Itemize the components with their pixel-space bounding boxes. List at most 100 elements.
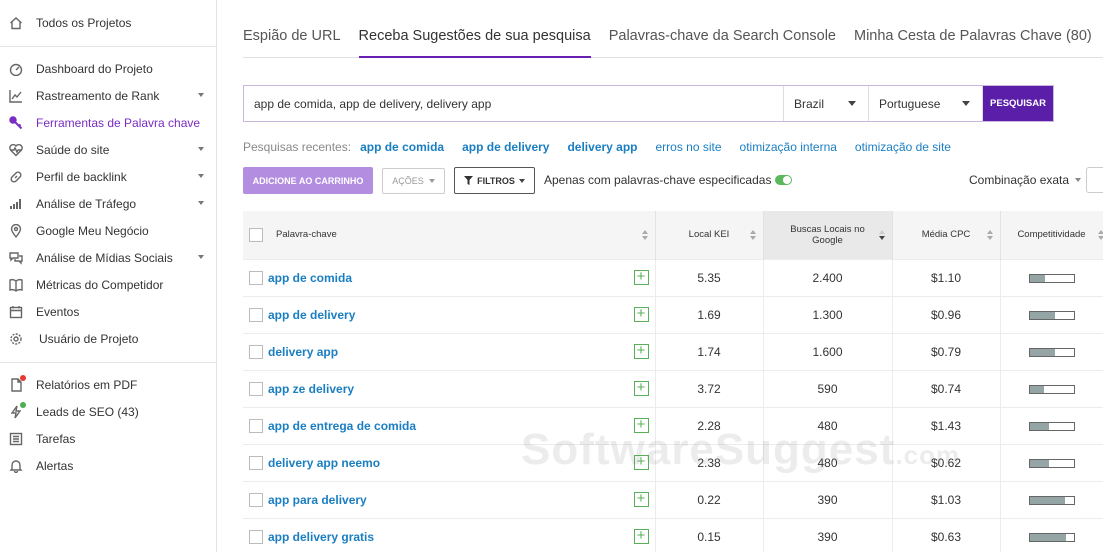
tab-search-console[interactable]: Palavras-chave da Search Console [609, 0, 836, 58]
filters-button[interactable]: FILTROS [454, 167, 535, 194]
sort-desc-icon[interactable] [878, 230, 886, 241]
add-keyword-plus-icon[interactable]: + [633, 306, 649, 322]
competitiveness-bar [1028, 273, 1075, 283]
competitiveness-bar-fill [1029, 274, 1045, 282]
keyword-link[interactable]: delivery app neemo [268, 456, 380, 470]
chevron-down-icon [428, 179, 435, 183]
row-checkbox-cell [243, 369, 268, 407]
tab-search-suggestions[interactable]: Receba Sugestões de sua pesquisa [358, 0, 591, 58]
keyword-link[interactable]: delivery app [268, 345, 338, 359]
kei-cell: 2.38 [655, 443, 764, 481]
language-select[interactable]: Portuguese [869, 86, 983, 121]
keyword-link[interactable]: app para delivery [268, 493, 367, 507]
keyword-table: Palavra-chave Local KEI Buscas Locais no… [243, 211, 1103, 552]
list-icon [8, 431, 24, 447]
sidebar-item-label: Todos os Projetos [36, 15, 132, 30]
column-header-competitiveness[interactable]: Competitividade [1000, 211, 1103, 259]
add-keyword-plus-icon[interactable]: + [633, 343, 649, 359]
filters-button-label: FILTROS [477, 175, 515, 186]
sort-icon[interactable] [641, 230, 649, 241]
cpc-cell: $1.03 [892, 480, 1001, 518]
sort-icon[interactable] [1097, 230, 1103, 241]
recent-search-link[interactable]: app de comida [360, 140, 444, 154]
sidebar-item-keyword-tools[interactable]: Ferramentas de Palavra chave [0, 109, 216, 136]
chevron-down-icon[interactable] [198, 201, 204, 205]
sidebar-item-all-projects[interactable]: Todos os Projetos [0, 9, 216, 36]
add-keyword-plus-icon[interactable]: + [633, 528, 649, 545]
competitiveness-bar-fill [1029, 534, 1066, 542]
row-checkbox[interactable] [248, 492, 263, 507]
cpc-cell: $1.43 [892, 406, 1001, 444]
keyword-link[interactable]: app de delivery [268, 308, 355, 322]
sidebar-item-seo-leads[interactable]: Leads de SEO (43) [0, 398, 216, 425]
column-header-keyword[interactable]: Palavra-chave [268, 211, 656, 259]
sidebar-item-tasks[interactable]: Tarefas [0, 425, 216, 452]
sidebar-item-project-users[interactable]: Usuário de Projeto [0, 325, 216, 352]
tab-keyword-basket[interactable]: Minha Cesta de Palavras Chave (80) [854, 0, 1092, 58]
only-specified-keywords-toggle[interactable] [775, 175, 793, 185]
sidebar-item-dashboard[interactable]: Dashboard do Projeto [0, 55, 216, 82]
column-header-searches[interactable]: Buscas Locais no Google [763, 211, 893, 259]
add-keyword-plus-icon[interactable]: + [633, 380, 649, 396]
recent-search-link[interactable]: otimização interna [740, 140, 837, 154]
search-input[interactable] [244, 86, 784, 121]
recent-search-link[interactable]: erros no site [656, 140, 722, 154]
country-select[interactable]: Brazil [784, 86, 869, 121]
row-checkbox[interactable] [248, 381, 263, 396]
add-keyword-plus-icon[interactable]: + [633, 491, 649, 507]
keyword-link[interactable]: app de comida [268, 271, 352, 285]
row-checkbox[interactable] [248, 455, 263, 470]
chevron-down-icon[interactable] [198, 255, 204, 259]
keyword-link[interactable]: app ze delivery [268, 382, 354, 396]
add-keyword-plus-icon[interactable]: + [633, 417, 649, 433]
tab-url-spy[interactable]: Espião de URL [243, 0, 341, 58]
sidebar-item-pdf-reports[interactable]: Relatórios em PDF [0, 371, 216, 398]
column-header-cpc[interactable]: Média CPC [892, 211, 1001, 259]
row-checkbox[interactable] [248, 307, 263, 322]
sidebar-item-alerts[interactable]: Alertas [0, 452, 216, 479]
chevron-down-icon[interactable] [198, 93, 204, 97]
sort-icon[interactable] [986, 230, 994, 241]
chevron-down-icon[interactable] [198, 147, 204, 151]
row-checkbox[interactable] [248, 418, 263, 433]
sidebar-item-backlinks[interactable]: Perfil de backlink [0, 163, 216, 190]
only-specified-keywords-label: Apenas com palavras-chave especificadas [544, 173, 772, 187]
actions-dropdown[interactable]: AÇÕES [382, 168, 445, 194]
keyword-link[interactable]: app de entrega de comida [268, 419, 416, 433]
recent-search-link[interactable]: otimização de site [855, 140, 951, 154]
column-header-kei[interactable]: Local KEI [655, 211, 764, 259]
sidebar-item-social[interactable]: Análise de Mídias Sociais [0, 244, 216, 271]
row-checkbox[interactable] [248, 270, 263, 285]
sidebar-item-site-health[interactable]: Saúde do site [0, 136, 216, 163]
recent-search-link[interactable]: app de delivery [462, 140, 549, 154]
bar-chart-icon [8, 196, 24, 212]
competitiveness-bar-fill [1029, 459, 1050, 467]
sidebar-item-rank-tracking[interactable]: Rastreamento de Rank [0, 82, 216, 109]
table-row: app de delivery +1.69 1.300 $0.96 [243, 295, 1103, 333]
table-search-input[interactable] [1086, 167, 1103, 193]
row-checkbox[interactable] [248, 344, 263, 359]
keyword-link[interactable]: app delivery gratis [268, 530, 374, 544]
competitiveness-bar [1028, 421, 1075, 431]
add-keyword-plus-icon[interactable]: + [633, 269, 649, 285]
sidebar-item-label: Usuário de Projeto [39, 331, 139, 346]
only-specified-keywords: Apenas com palavras-chave especificadas [544, 173, 793, 187]
match-type-select[interactable]: Combinação exata [969, 173, 1082, 187]
kei-cell: 5.35 [655, 258, 764, 296]
chevron-down-icon[interactable] [198, 174, 204, 178]
recent-search-link[interactable]: delivery app [567, 140, 637, 154]
sidebar-item-events[interactable]: Eventos [0, 298, 216, 325]
add-to-cart-button[interactable]: ADICIONE AO CARRINHO [243, 167, 373, 194]
sidebar-item-traffic[interactable]: Análise de Tráfego [0, 190, 216, 217]
heartbeat-icon [8, 142, 24, 158]
row-checkbox[interactable] [248, 530, 263, 545]
sidebar-item-google-business[interactable]: Google Meu Negócio [0, 217, 216, 244]
chevron-down-icon [848, 101, 856, 106]
search-button[interactable]: PESQUISAR [983, 86, 1053, 121]
sort-icon[interactable] [749, 230, 757, 241]
competitiveness-bar [1028, 347, 1075, 357]
add-keyword-plus-icon[interactable]: + [633, 454, 649, 470]
match-type-value: Combinação exata [969, 173, 1070, 187]
select-all-checkbox[interactable] [248, 227, 263, 242]
sidebar-item-competitor[interactable]: Métricas do Competidor [0, 271, 216, 298]
